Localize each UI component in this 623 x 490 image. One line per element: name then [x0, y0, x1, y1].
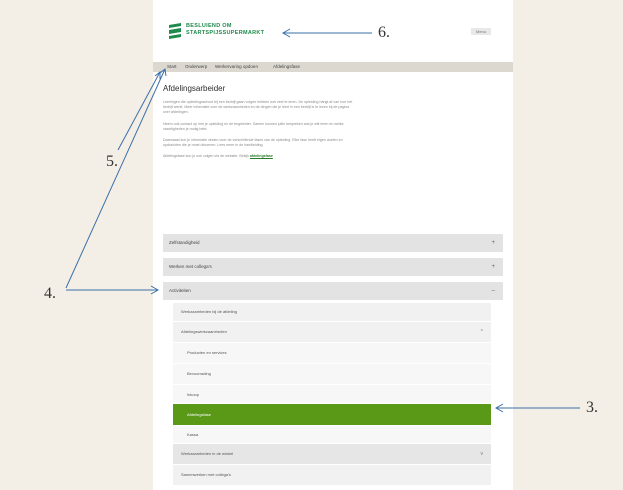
annotation-4: 4. [44, 285, 56, 302]
arrow-5-line [117, 71, 161, 151]
annotation-3: 3. [586, 399, 598, 416]
annotation-6: 6. [378, 24, 390, 41]
annotation-5: 5. [106, 153, 118, 170]
arrow-4a-line [65, 68, 166, 289]
annotation-arrows [65, 28, 580, 413]
arrow-5-head [154, 70, 161, 79]
